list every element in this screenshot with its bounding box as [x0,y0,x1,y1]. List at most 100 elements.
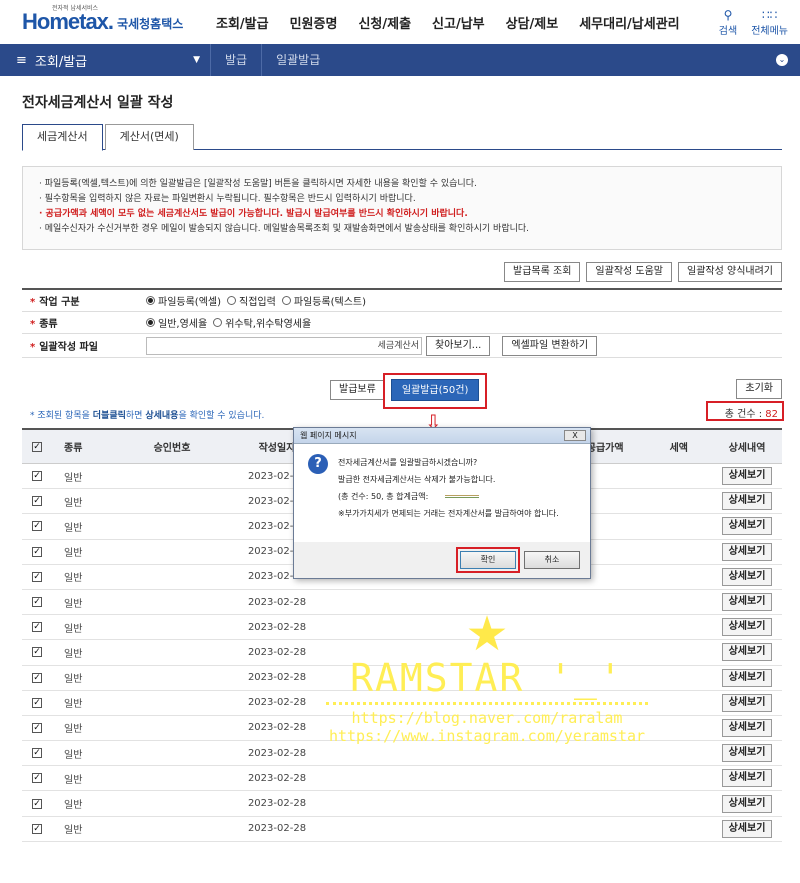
watermark-url-2: https://www.instagram.com/yeramstar [322,727,652,745]
row-type: 일반 [52,519,102,534]
row-checkbox[interactable]: ✓ [22,547,52,557]
browse-button[interactable]: 찾아보기... [426,336,490,356]
top-icons: ⚲ 검색 ∷∷ 전체메뉴 [719,8,788,37]
radio-file-excel[interactable]: 파일등록(엑셀) [146,293,221,308]
dialog-cancel-button[interactable]: 취소 [524,551,580,569]
watermark: ★ RAMSTAR '_' https://blog.naver.com/rar… [322,612,652,745]
detail-button[interactable]: 상세보기 [722,618,773,636]
hold-issue-button[interactable]: 발급보류 [330,380,385,400]
row-type: 일반 [52,746,102,761]
detail-button[interactable]: 상세보기 [722,492,773,510]
radio-consignment[interactable]: 위수탁,위수탁영세율 [213,315,311,330]
hometax-logo[interactable]: 전자적 납세서비스 Hometax. 국세청홈택스 [22,9,192,35]
issue-list-button[interactable]: 발급목록 조회 [504,262,580,282]
logo-tagline: 전자적 납세서비스 [52,3,98,12]
dialog-title: 웹 페이지 메시지 [300,431,357,440]
detail-button[interactable]: 상세보기 [722,643,773,661]
row-date: 2023-02-28 [242,647,312,658]
row-date: 2023-02-28 [242,672,312,683]
question-icon: ? [308,454,328,474]
row-checkbox[interactable]: ✓ [22,471,52,481]
row-date: 2023-02-28 [242,597,312,608]
row-checkbox[interactable]: ✓ [22,698,52,708]
row-checkbox[interactable]: ✓ [22,597,52,607]
gnb-item-inquiry[interactable]: 조회/발급 [216,13,269,32]
file-path-input[interactable]: 세금계산서 [146,337,422,355]
dialog-ok-button[interactable]: 확인 [460,551,516,569]
work-type-label: *작업 구분 [22,293,146,308]
row-date: 2023-02-28 [242,622,312,633]
row-date: 2023-02-28 [242,748,312,759]
detail-button[interactable]: 상세보기 [722,820,773,838]
grid-menu-icon: ∷∷ [762,8,777,22]
current-menu-dropdown[interactable]: ≡ 조회/발급 ▼ [0,51,210,70]
tab-tax-invoice[interactable]: 세금계산서 [22,124,103,151]
file-row: *일괄작성 파일 세금계산서 찾아보기... 엑셀파일 변환하기 [22,334,782,358]
reset-button[interactable]: 초기화 [736,379,782,399]
template-download-button[interactable]: 일괄작성 양식내려기 [678,262,782,282]
bulk-help-button[interactable]: 일괄작성 도움말 [586,262,672,282]
detail-button[interactable]: 상세보기 [722,543,773,561]
kind-row: *종류 일반,영세율 위수탁,위수탁영세율 [22,312,782,334]
detail-button[interactable]: 상세보기 [722,669,773,687]
detail-button[interactable]: 상세보기 [722,769,773,787]
detail-button[interactable]: 상세보기 [722,517,773,535]
expand-icon[interactable]: ⌄ [776,54,788,66]
breadcrumb-bulk-issue[interactable]: 일괄발급 [261,44,334,76]
select-all-checkbox[interactable]: ✓ [22,442,52,452]
radio-file-text[interactable]: 파일등록(텍스트) [282,293,366,308]
row-checkbox[interactable]: ✓ [22,748,52,758]
doubleclick-hint: * 조회된 항목을 더블클릭하면 상세내용을 확인할 수 있습니다. [30,408,264,421]
gnb-item-application[interactable]: 신청/제출 [358,13,411,32]
radio-general[interactable]: 일반,영세율 [146,315,207,330]
global-nav: 조회/발급 민원증명 신청/제출 신고/납부 상담/제보 세무대리/납세관리 [216,13,719,32]
detail-button[interactable]: 상세보기 [722,795,773,813]
row-checkbox[interactable]: ✓ [22,723,52,733]
convert-excel-button[interactable]: 엑셀파일 변환하기 [502,336,597,356]
detail-button[interactable]: 상세보기 [722,719,773,737]
table-row[interactable]: ✓일반2023-02-28상세보기 [22,817,782,842]
star-icon: ★ [322,612,652,656]
table-row[interactable]: ✓일반2023-02-28상세보기 [22,791,782,816]
header-supply: 공급가액 [587,439,624,454]
detail-button[interactable]: 상세보기 [722,568,773,586]
tab-bar: 세금계산서 계산서(면세) [22,124,782,150]
row-checkbox[interactable]: ✓ [22,673,52,683]
kind-label: *종류 [22,315,146,330]
row-checkbox[interactable]: ✓ [22,647,52,657]
dialog-close-button[interactable]: X [564,430,586,441]
gnb-item-counsel[interactable]: 상담/제보 [506,13,559,32]
row-checkbox[interactable]: ✓ [22,572,52,582]
dialog-body: ? 전자세금계산서를 일괄발급하시겠습니까? 발급한 전자세금계산서는 삭제가 … [294,444,590,542]
search-button[interactable]: ⚲ 검색 [719,8,737,37]
detail-button[interactable]: 상세보기 [722,694,773,712]
search-label: 검색 [719,22,737,37]
gnb-item-report[interactable]: 신고/납부 [432,13,485,32]
row-checkbox[interactable]: ✓ [22,622,52,632]
detail-button[interactable]: 상세보기 [722,467,773,485]
all-menu-button[interactable]: ∷∷ 전체메뉴 [751,8,788,37]
dialog-footer: 확인 취소 [294,542,590,578]
page-title: 전자세금계산서 일괄 작성 [22,92,173,112]
gnb-item-certificate[interactable]: 민원증명 [290,13,338,32]
row-checkbox[interactable]: ✓ [22,799,52,809]
row-date: 2023-02-28 [242,722,312,733]
radio-direct-input[interactable]: 직접입력 [227,293,276,308]
row-checkbox[interactable]: ✓ [22,521,52,531]
top-header: 전자적 납세서비스 Hometax. 국세청홈택스 조회/발급 민원증명 신청/… [0,0,800,44]
row-checkbox[interactable]: ✓ [22,496,52,506]
breadcrumb-issue[interactable]: 발급 [210,44,261,76]
top-button-row: 발급목록 조회 일괄작성 도움말 일괄작성 양식내려기 [504,262,782,282]
row-type: 일반 [52,720,102,735]
detail-button[interactable]: 상세보기 [722,744,773,762]
tab-invoice-exempt[interactable]: 계산서(면세) [105,124,194,150]
logo-main-text: Hometax. [22,9,113,35]
notice-line-3: · 공급가액과 세액이 모두 없는 세금계산서도 발급이 가능합니다. 발급시 … [39,207,765,222]
gnb-item-agent[interactable]: 세무대리/납세관리 [579,13,679,32]
table-row[interactable]: ✓일반2023-02-28상세보기 [22,766,782,791]
detail-button[interactable]: 상세보기 [722,593,773,611]
row-checkbox[interactable]: ✓ [22,773,52,783]
header-tax: 세액 [670,439,688,454]
file-label: *일괄작성 파일 [22,338,146,353]
row-checkbox[interactable]: ✓ [22,824,52,834]
